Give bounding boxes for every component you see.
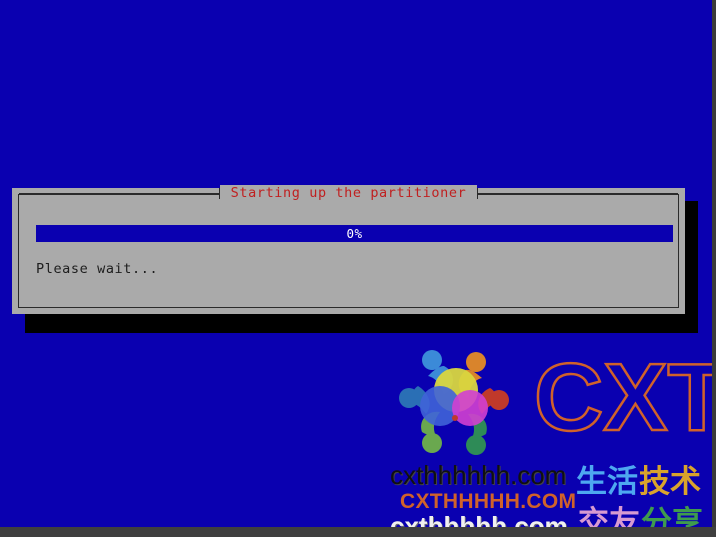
watermark: CXT cxthhhhhh.com CXTHHHHH.COM cxthhhhh.… [386, 343, 716, 537]
title-rule-right [477, 187, 678, 199]
people-circle-logo-icon [394, 346, 514, 458]
installer-screen: Starting up the partitioner 0% Please wa… [0, 0, 716, 537]
progress-dialog: Starting up the partitioner 0% Please wa… [12, 185, 685, 314]
watermark-cn-jishu: 技术 [639, 464, 701, 500]
watermark-cn-shenghuo: 生活 [576, 464, 638, 500]
cxt-brand-logo: CXT [533, 343, 716, 453]
dialog-title: Starting up the partitioner [219, 185, 478, 201]
title-rule-left [19, 187, 220, 199]
screen-edge-right [712, 0, 716, 537]
svg-text:CXT: CXT [536, 352, 716, 451]
dialog-title-bar: Starting up the partitioner [19, 182, 678, 204]
progress-bar: 0% [36, 225, 673, 242]
dialog-inner-frame: Starting up the partitioner 0% Please wa… [18, 185, 679, 308]
progress-percent-label: 0% [346, 226, 363, 241]
watermark-domain-dark: cxthhhhhh.com [390, 460, 567, 490]
status-message: Please wait... [36, 261, 159, 277]
screen-edge-bottom [0, 527, 716, 537]
